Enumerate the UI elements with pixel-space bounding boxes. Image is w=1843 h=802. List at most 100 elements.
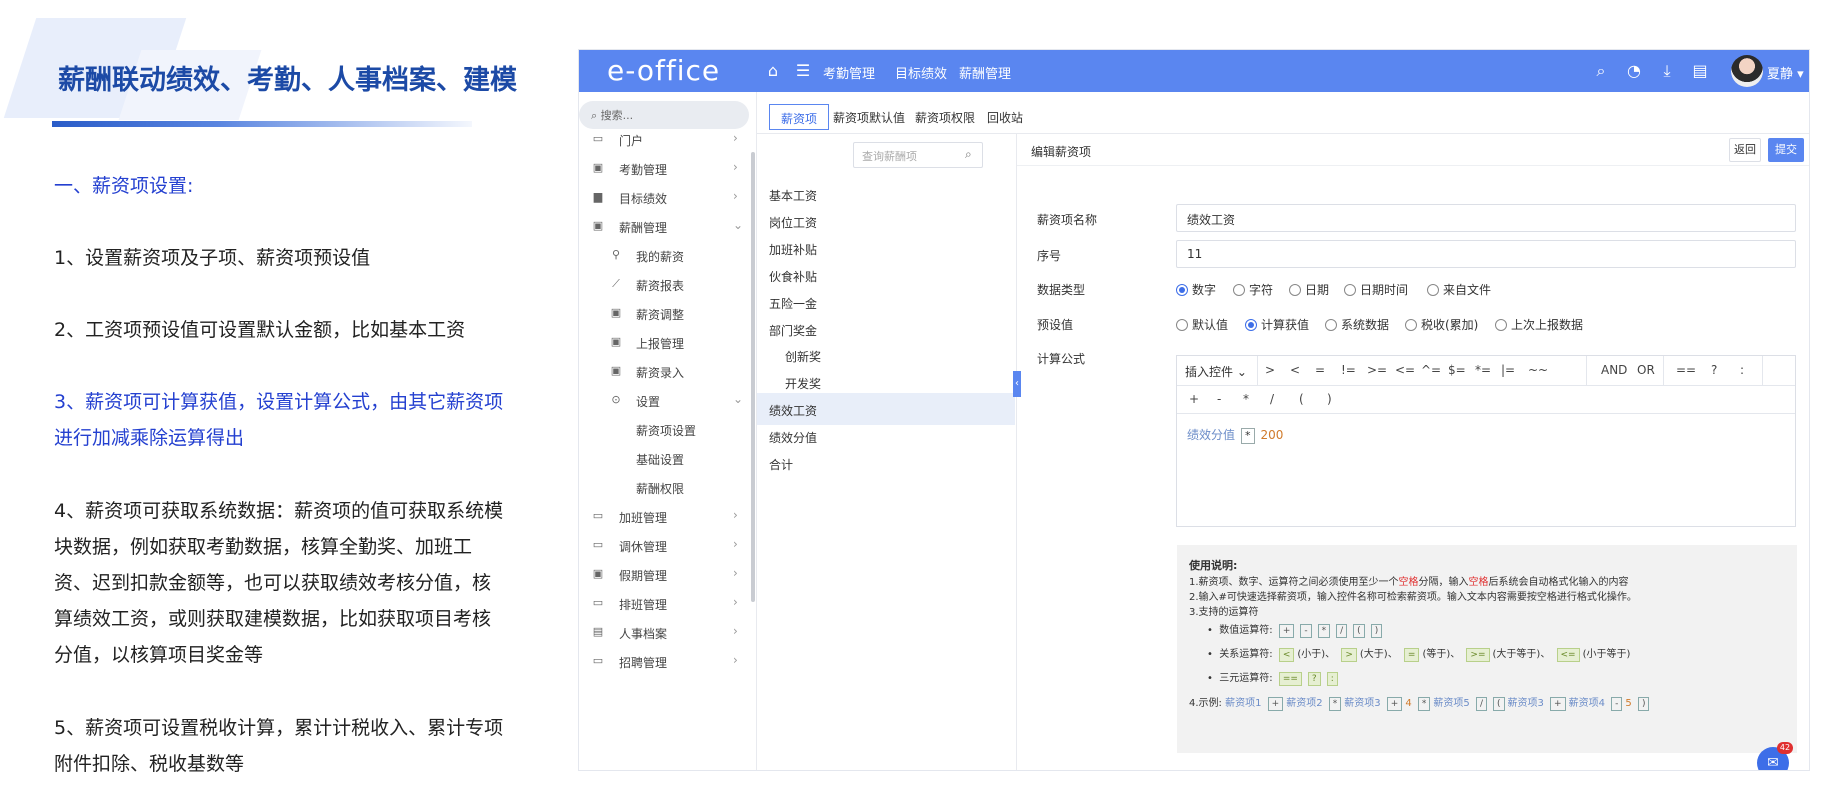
op-question[interactable]: ? (1711, 363, 1717, 377)
tab-salary-item[interactable]: 薪资项 (769, 104, 830, 130)
preset-radio-calculated[interactable]: 计算获值 (1245, 316, 1309, 333)
overtime-icon: ▭ (592, 509, 604, 522)
sidebar-item[interactable]: ▭ 招聘管理 › (579, 644, 755, 678)
sidebar-item-label: 薪资报表 (636, 279, 685, 293)
help-line-2: 2.输入#可快速选择薪资项，输入控件名称可检索薪资项。输入文本内容需要按空格进行… (1189, 592, 1637, 603)
operator-button[interactable]: > (1265, 363, 1275, 377)
menu-icon[interactable]: ☰ (793, 61, 813, 81)
point-2: 2、工资项预设值可设置默认金额，比如基本工资 (54, 319, 466, 341)
example-operator: + (1267, 697, 1284, 711)
op-equal-equal[interactable]: == (1676, 363, 1696, 377)
home-icon[interactable]: ⌂ (763, 61, 783, 81)
formula-number[interactable]: 200 (1261, 428, 1284, 442)
download-icon[interactable]: ⤓ (1657, 61, 1677, 81)
formula-operator[interactable]: * (1241, 428, 1255, 444)
operator-desc: (大于)、 (1359, 649, 1401, 660)
operator-token: ? (1307, 672, 1321, 686)
type-radio-datetime[interactable]: 日期时间 (1344, 281, 1408, 298)
wallet-icon: ▣ (592, 219, 604, 232)
op-colon[interactable]: : (1740, 363, 1744, 377)
operator-button[interactable]: ^= (1421, 363, 1441, 377)
preset-radio-default[interactable]: 默认值 (1176, 316, 1228, 333)
top-bar: e-office ⌂ ☰ 考勤管理 目标绩效 薪酬管理 ⌕ ◔ ⤓ ▤ 夏静 ▾ (579, 50, 1809, 92)
search-icon[interactable]: ⌕ (1591, 61, 1611, 81)
tab-recycle-bin[interactable]: 回收站 (976, 104, 1034, 130)
list-search-input[interactable]: 查询薪酬项 (853, 142, 983, 168)
operator-button[interactable]: < (1290, 363, 1300, 377)
operator-button[interactable]: <= (1395, 363, 1415, 377)
line-chart-icon: ⟋ (612, 277, 620, 290)
type-radio-number[interactable]: 数字 (1176, 281, 1216, 298)
type-radio-file[interactable]: 来自文件 (1427, 281, 1491, 298)
operator-token: = (1403, 648, 1420, 662)
preset-radio-tax[interactable]: 税收(累加) (1405, 316, 1478, 333)
operator-token: : (1326, 672, 1338, 686)
preset-radio-last-report[interactable]: 上次上报数据 (1495, 316, 1583, 333)
operator-button[interactable]: * (1243, 392, 1249, 406)
sidebar-item-label: 基础设置 (636, 453, 685, 467)
formula-editor[interactable]: 插入控件 ⌄ > < = != >= <= ^= $= *= |= ~~ AND OR == ? :… (1176, 355, 1796, 527)
preset-radio-system[interactable]: 系统数据 (1325, 316, 1389, 333)
operator-button[interactable]: |= (1501, 363, 1515, 377)
operator-button[interactable]: ) (1327, 392, 1332, 406)
chevron-icon: › (733, 595, 738, 609)
document-icon[interactable]: ▤ (1690, 61, 1710, 81)
operator-button[interactable]: + (1189, 392, 1199, 406)
operator-button[interactable]: ~~ (1528, 363, 1548, 377)
collapse-handle[interactable]: ‹ (1013, 371, 1021, 397)
portal-icon: ▭ (592, 132, 604, 145)
nav-performance[interactable]: 目标绩效 (895, 63, 947, 82)
operator-button[interactable]: / (1270, 392, 1274, 406)
op-or[interactable]: OR (1637, 363, 1655, 377)
report-icon: ▣ (610, 335, 622, 348)
username[interactable]: 夏静 ▾ (1767, 63, 1804, 82)
pie-icon[interactable]: ◔ (1624, 61, 1644, 81)
point-1: 1、设置薪资项及子项、薪资项预设值 (54, 247, 371, 269)
sidebar-item-label: 薪酬管理 (619, 221, 668, 235)
operator-button[interactable]: >= (1367, 363, 1387, 377)
name-input[interactable]: 绩效工资 (1176, 204, 1796, 232)
sidebar-item-label: 薪资项设置 (636, 424, 697, 438)
operator-button[interactable]: != (1341, 363, 1356, 377)
operator-button[interactable]: - (1217, 392, 1221, 406)
type-radio-string[interactable]: 字符 (1233, 281, 1273, 298)
help-line-3: 3.支持的运算符 (1189, 607, 1259, 618)
nav-salary[interactable]: 薪酬管理 (959, 63, 1011, 82)
operator-desc: (等于)、 (1422, 649, 1464, 660)
example-operator: + (1550, 697, 1566, 711)
app-logo[interactable]: e-office (607, 54, 720, 87)
slide-title: 薪酬联动绩效、考勤、人事档案、建模 (58, 65, 517, 96)
operator-token: * (1317, 624, 1331, 638)
avatar[interactable] (1731, 55, 1763, 87)
operator-button[interactable]: *= (1475, 363, 1491, 377)
chevron-icon: › (733, 508, 738, 522)
formula-label: 计算公式 (1037, 352, 1086, 366)
operator-token: <= (1556, 648, 1580, 662)
name-label: 薪资项名称 (1037, 213, 1098, 227)
formula-content[interactable]: 绩效分值 * 200 (1187, 426, 1283, 444)
insert-control-dropdown[interactable]: 插入控件 ⌄ (1185, 363, 1247, 380)
op-and[interactable]: AND (1601, 363, 1627, 377)
order-input[interactable]: 11 (1176, 240, 1796, 268)
example-operator: + (1386, 697, 1403, 711)
back-button[interactable]: 返回 (1729, 138, 1761, 162)
type-radio-date[interactable]: 日期 (1289, 281, 1329, 298)
sidebar-item-label: 设置 (636, 395, 661, 409)
operator-token: == (1278, 672, 1302, 686)
operator-button[interactable]: ( (1299, 392, 1304, 406)
operator-button[interactable]: $= (1448, 363, 1466, 377)
example-field: 薪资项1 (1225, 698, 1265, 709)
list-item[interactable]: 合计 (757, 447, 1015, 479)
formula-field[interactable]: 绩效分值 (1187, 428, 1235, 442)
submit-button[interactable]: 提交 (1768, 138, 1804, 162)
operator-button[interactable]: = (1315, 363, 1325, 377)
arith-toolbar: + - * / () (1177, 386, 1795, 414)
chevron-icon: › (733, 131, 738, 145)
tab-permission[interactable]: 薪资项权限 (904, 104, 986, 130)
sidebar-scrollbar[interactable] (751, 152, 755, 602)
search-icon[interactable]: ⌕ (965, 147, 972, 162)
tab-default-value[interactable]: 薪资项默认值 (822, 104, 916, 130)
nav-attendance[interactable]: 考勤管理 (823, 63, 875, 82)
schedule-icon: ▭ (592, 596, 604, 609)
example-operator: * (1417, 697, 1431, 711)
